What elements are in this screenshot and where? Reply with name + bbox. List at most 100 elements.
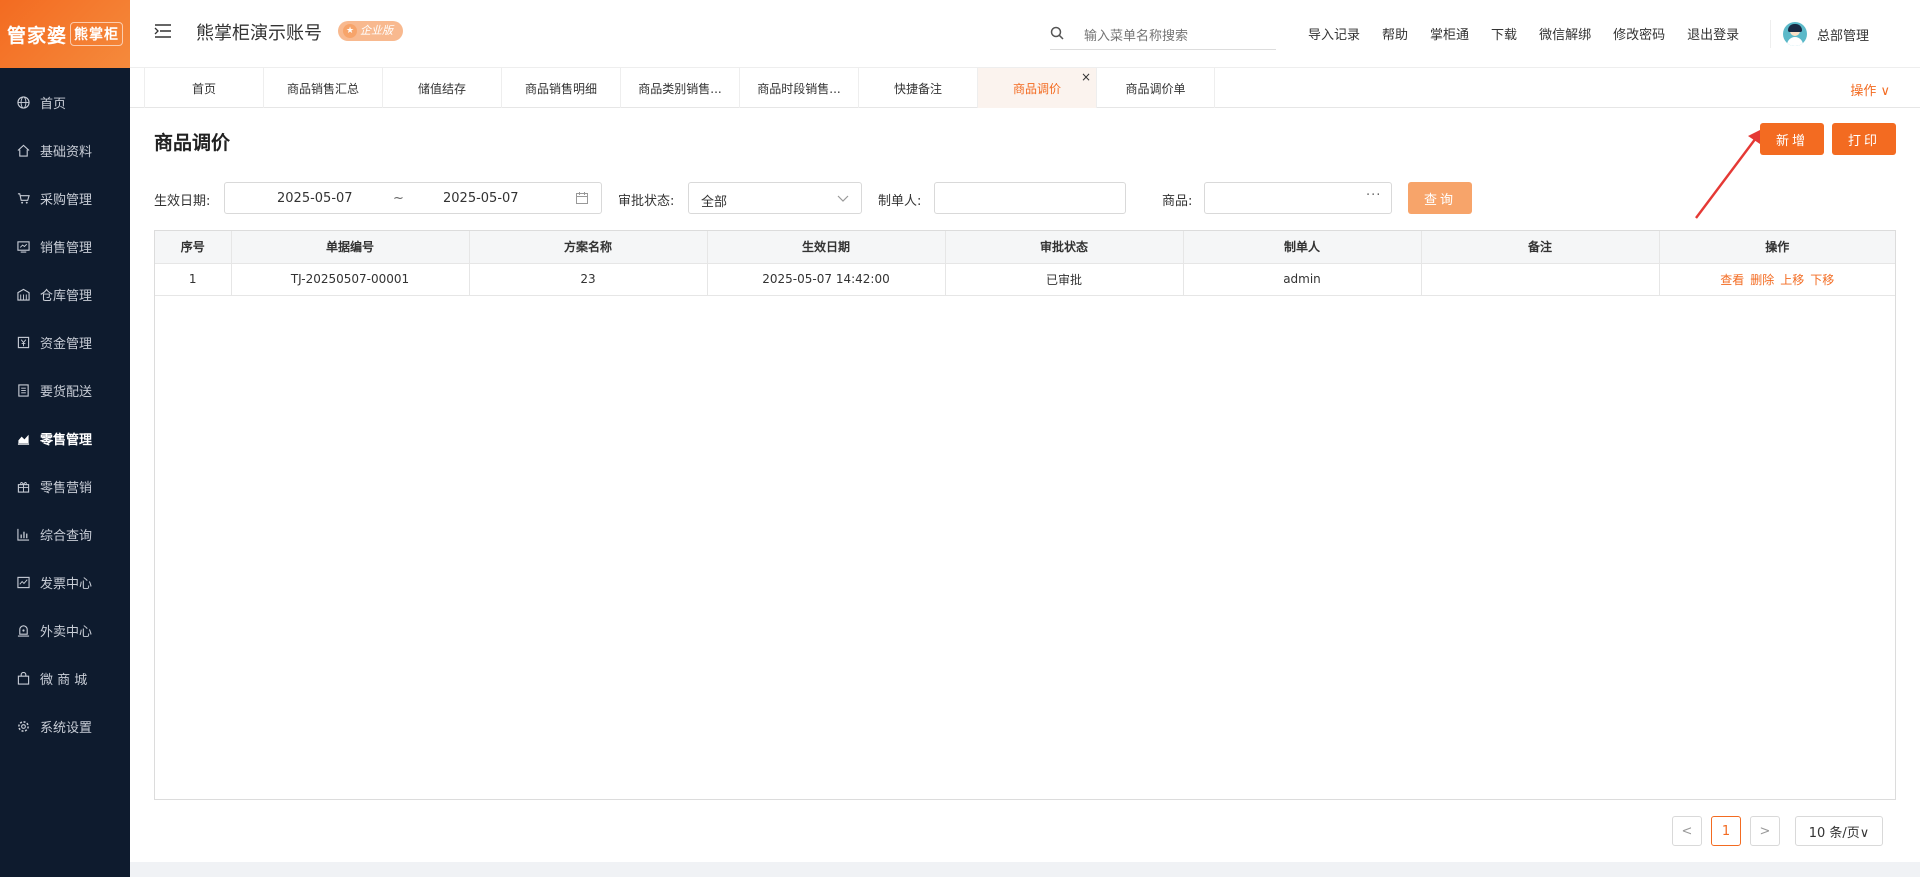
sidebar-item-retail-marketing[interactable]: 零售营销: [0, 462, 130, 510]
tab-stored-value[interactable]: 储值结存: [382, 68, 501, 108]
sidebar-item-query[interactable]: 综合查询: [0, 510, 130, 558]
sidebar-item-sales[interactable]: 销售管理: [0, 222, 130, 270]
sidebar-item-label: 微 商 城: [40, 672, 88, 688]
next-page-button[interactable]: >: [1750, 816, 1780, 846]
table-header-row: 序号 单据编号 方案名称 生效日期 审批状态 制单人 备注 操作: [155, 231, 1895, 264]
cell-approval-status: 已审批: [945, 263, 1184, 296]
help-link[interactable]: 帮助: [1382, 24, 1408, 43]
warehouse-icon: [16, 287, 30, 301]
sidebar-item-label: 销售管理: [40, 240, 93, 256]
sidebar-item-label: 零售营销: [40, 480, 93, 496]
table-row[interactable]: 1 TJ-20250507-00001 23 2025-05-07 14:42:…: [155, 263, 1895, 296]
move-up-link[interactable]: 上移: [1780, 273, 1804, 287]
tab-sales-detail[interactable]: 商品销售明细: [501, 68, 620, 108]
money-icon: [16, 335, 30, 349]
status-select[interactable]: 全部: [688, 182, 862, 214]
tab-sales-summary[interactable]: 商品销售汇总: [263, 68, 382, 108]
tab-price-adjust-order[interactable]: 商品调价单: [1096, 68, 1215, 108]
sidebar-item-takeout[interactable]: 外卖中心: [0, 606, 130, 654]
sidebar-item-delivery-request[interactable]: 要货配送: [0, 366, 130, 414]
bag-icon: [16, 671, 30, 685]
header-links: 导入记录 帮助 掌柜通 下载 微信解绑 修改密码 退出登录: [1308, 24, 1761, 43]
maker-input[interactable]: [934, 182, 1126, 214]
avatar: [1783, 22, 1807, 46]
sidebar-item-retail[interactable]: 零售管理: [0, 414, 130, 462]
chart-icon: [16, 431, 30, 445]
tab-quick-notes[interactable]: 快捷备注: [858, 68, 977, 108]
date-start[interactable]: 2025-05-07: [277, 191, 353, 206]
tab-period-sales[interactable]: 商品时段销售...: [739, 68, 858, 108]
sidebar-item-warehouse[interactable]: 仓库管理: [0, 270, 130, 318]
tab-operations-dropdown[interactable]: 操作 ∨: [1850, 80, 1890, 99]
logout-link[interactable]: 退出登录: [1687, 24, 1739, 43]
delete-link[interactable]: 删除: [1750, 273, 1774, 287]
date-range-picker[interactable]: 2025-05-07 ~ 2025-05-07: [224, 182, 602, 214]
search-input[interactable]: [1084, 24, 1274, 48]
tab-price-adjust[interactable]: 商品调价 ×: [977, 68, 1096, 108]
tab-category-sales[interactable]: 商品类别销售...: [620, 68, 739, 108]
status-filter-label: 审批状态:: [618, 194, 675, 209]
wechat-unbind-link[interactable]: 微信解绑: [1539, 24, 1591, 43]
monitor-icon: [16, 239, 30, 253]
date-end[interactable]: 2025-05-07: [443, 191, 519, 206]
close-icon[interactable]: ×: [1081, 70, 1091, 84]
user-menu[interactable]: 总部管理: [1770, 20, 1869, 48]
print-button[interactable]: 打印: [1832, 123, 1896, 155]
crown-icon: ★: [343, 24, 357, 38]
sidebar-item-basic-data[interactable]: 基础资料: [0, 126, 130, 174]
column-header: 备注: [1421, 231, 1660, 264]
sidebar-item-label: 要货配送: [40, 384, 93, 400]
chevron-down-icon: [837, 193, 849, 208]
page-size-select[interactable]: 10 条/页∨: [1795, 816, 1883, 846]
annotation-arrow-icon: [1695, 128, 1764, 219]
column-header: 制单人: [1183, 231, 1422, 264]
more-icon[interactable]: ···: [1366, 188, 1381, 203]
main-content: 商品调价 新增 打印 生效日期: 2025-05-07 ~ 2025-05-07…: [130, 108, 1920, 862]
goods-filter-label: 商品:: [1162, 194, 1193, 209]
sidebar-item-micro-mall[interactable]: 微 商 城: [0, 654, 130, 702]
page-number-button[interactable]: 1: [1711, 816, 1741, 846]
sidebar-item-label: 外卖中心: [40, 624, 93, 640]
column-header: 序号: [155, 231, 232, 264]
tab-label: 储值结存: [417, 81, 466, 96]
sidebar-item-label: 发票中心: [40, 576, 93, 592]
tab-home[interactable]: 首页: [144, 68, 263, 108]
tab-label: 商品调价: [1012, 81, 1061, 96]
sidebar-item-invoice[interactable]: 发票中心: [0, 558, 130, 606]
status-select-value: 全部: [701, 195, 728, 210]
zhangguitong-link[interactable]: 掌柜通: [1430, 24, 1469, 43]
search-icon[interactable]: [1050, 26, 1064, 44]
gear-icon: [16, 719, 30, 733]
query-button[interactable]: 查询: [1408, 182, 1472, 214]
goods-input[interactable]: [1204, 182, 1392, 214]
download-link[interactable]: 下载: [1491, 24, 1517, 43]
move-down-link[interactable]: 下移: [1810, 273, 1834, 287]
maker-filter-label: 制单人:: [878, 194, 922, 209]
change-password-link[interactable]: 修改密码: [1613, 24, 1665, 43]
gift-icon: [16, 479, 30, 493]
menu-toggle-icon[interactable]: [154, 23, 172, 39]
sidebar-item-purchase[interactable]: 采购管理: [0, 174, 130, 222]
sidebar: 管家婆 熊掌柜 首页 基础资料 采购管理 销售管理 仓库管理 资金管理 要货配送…: [0, 0, 130, 877]
sidebar-item-settings[interactable]: 系统设置: [0, 702, 130, 750]
import-records-link[interactable]: 导入记录: [1308, 24, 1360, 43]
sidebar-item-label: 基础资料: [40, 144, 93, 160]
sidebar-item-home[interactable]: 首页: [0, 78, 130, 126]
top-header: 熊掌柜演示账号 ★企业版 导入记录 帮助 掌柜通 下载 微信解绑 修改密码 退出…: [130, 0, 1920, 68]
sidebar-item-label: 仓库管理: [40, 288, 93, 304]
column-header: 生效日期: [707, 231, 946, 264]
page-title: 商品调价: [154, 132, 231, 154]
prev-page-button[interactable]: <: [1672, 816, 1702, 846]
view-link[interactable]: 查看: [1720, 273, 1744, 287]
column-header: 方案名称: [469, 231, 708, 264]
cell-remark: [1421, 263, 1660, 296]
page-tabs: 首页 商品销售汇总 储值结存 商品销售明细 商品类别销售... 商品时段销售..…: [144, 68, 1215, 108]
new-button[interactable]: 新增: [1760, 123, 1824, 155]
edition-badge: ★ 企业版: [338, 21, 403, 41]
user-name: 总部管理: [1817, 28, 1870, 44]
date-filter-label: 生效日期:: [154, 194, 211, 209]
brand-logo: 管家婆 熊掌柜: [0, 0, 130, 68]
account-title: 熊掌柜演示账号: [196, 23, 322, 44]
data-table: 序号 单据编号 方案名称 生效日期 审批状态 制单人 备注 操作 1 TJ-20…: [154, 230, 1896, 800]
sidebar-item-funds[interactable]: 资金管理: [0, 318, 130, 366]
